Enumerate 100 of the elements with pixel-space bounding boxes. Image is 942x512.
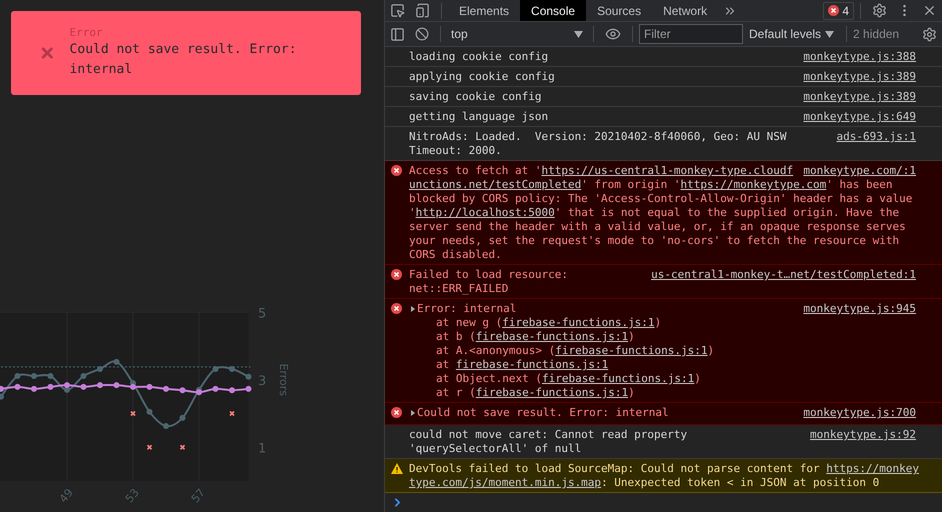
message-text: ' that is not equal to the supplied origin. Have the <box>554 206 900 220</box>
data-point <box>163 386 169 392</box>
data-point <box>212 386 218 392</box>
message-link[interactable]: firebase-functions.js:1 <box>502 316 655 330</box>
data-point <box>48 384 54 390</box>
data-point <box>80 373 86 380</box>
source-link[interactable]: monkeytype.js:389 <box>803 70 916 84</box>
toast-message: Could not save result. Error: internal <box>70 41 298 79</box>
axis-tick-label: 1 <box>258 441 266 456</box>
message-link[interactable]: https://monkey <box>826 462 919 476</box>
devtools-tab[interactable]: Sources <box>586 0 652 21</box>
eye-icon[interactable] <box>605 26 621 42</box>
clear-icon[interactable] <box>415 27 429 41</box>
message-text: Timeout: 2000. <box>409 144 502 158</box>
message-link[interactable]: firebase-functions.js:1 <box>476 330 628 344</box>
inspect-icon[interactable] <box>390 3 405 18</box>
source-link[interactable]: ads-693.js:1 <box>836 130 916 144</box>
message-text: Could not save result. Error: internal <box>417 406 669 420</box>
message-text: Access to fetch at ' <box>409 164 542 178</box>
message-link[interactable]: http://localhost:5000 <box>416 206 555 220</box>
error-count-badge[interactable]: 4 <box>823 2 854 20</box>
message-link[interactable]: type.com/js/moment.min.js.map <box>409 476 602 490</box>
data-point <box>14 384 20 390</box>
error-mark <box>146 444 152 450</box>
message-text: ) <box>628 330 635 344</box>
axis-tick-label: 5 <box>258 306 266 322</box>
error-mark <box>229 410 235 416</box>
message-link[interactable]: firebase-functions.js:1 <box>476 386 628 400</box>
message-text: at A.<anonymous> ( <box>436 344 556 358</box>
message-text: saving cookie config <box>409 90 542 104</box>
message-link[interactable]: unctions.net/testCompleted <box>409 178 582 192</box>
message-text: : Unexpected token < in JSON at position 0 <box>601 476 880 490</box>
context-select[interactable]: top <box>447 27 587 41</box>
error-icon <box>391 165 402 176</box>
message-text: ' from origin ' <box>581 178 681 192</box>
source-link[interactable]: us-central1-monkey-t…net/testCompleted:1 <box>651 268 916 282</box>
filter-field[interactable]: Filter <box>639 24 743 44</box>
message-text: ) <box>694 372 701 386</box>
caret-icon <box>825 30 834 38</box>
error-icon <box>391 303 402 314</box>
data-point <box>229 387 235 394</box>
data-point <box>163 423 169 429</box>
data-point <box>48 373 54 380</box>
data-point <box>97 382 103 388</box>
source-link[interactable]: monkeytype.js:945 <box>803 302 916 316</box>
settings-icon[interactable] <box>872 3 887 18</box>
close-icon[interactable] <box>922 3 937 18</box>
source-link[interactable]: monkeytype.js:92 <box>810 428 916 442</box>
error-icon <box>828 5 840 16</box>
devtools-tab[interactable]: Console <box>520 0 586 21</box>
caret-icon <box>574 30 583 38</box>
devtools-tab[interactable]: Network <box>652 0 718 21</box>
message-text: server send the header with a valid value, or, if an opaque response serves <box>409 220 906 234</box>
message-text: at new g ( <box>436 316 502 330</box>
error-mark <box>180 444 186 450</box>
data-point <box>180 387 186 394</box>
error-icon <box>391 269 402 280</box>
message-text: Failed to load resource: <box>409 268 568 282</box>
message-link[interactable]: firebase-functions.js:1 <box>542 372 694 386</box>
data-point <box>246 374 252 380</box>
message-text: ) <box>628 386 635 400</box>
source-link[interactable]: monkeytype.js:388 <box>803 50 916 64</box>
source-link[interactable]: monkeytype.js:389 <box>803 90 916 104</box>
devtools-tab[interactable]: Elements <box>448 0 520 21</box>
toast-title: Error <box>70 26 104 40</box>
data-point <box>212 366 218 372</box>
message-text: DevTools failed to load SourceMap: Could not parse content for <box>409 462 821 476</box>
warning-icon <box>391 463 403 474</box>
axis-tick-label: 53 <box>122 486 142 506</box>
error-icon <box>391 407 402 418</box>
source-link[interactable]: monkeytype.js:649 <box>803 110 916 124</box>
axis-tick-label: 57 <box>188 486 208 506</box>
data-point <box>14 373 20 380</box>
message-text: ' has been <box>826 178 892 192</box>
message-text: at Object.next ( <box>436 372 542 386</box>
levels-dropdown[interactable]: Default levels <box>743 27 840 41</box>
data-point <box>31 386 37 392</box>
message-link[interactable]: https://monkeytype.com <box>680 178 826 192</box>
message-text: at <box>436 358 450 372</box>
data-point <box>0 394 4 400</box>
message-text: ) <box>654 316 662 330</box>
source-link[interactable]: monkeytype.js:700 <box>803 406 916 420</box>
device-icon[interactable] <box>415 3 430 18</box>
message-text: 'querySelectorAll' of null <box>409 442 582 456</box>
axis-tick-label: 3 <box>258 374 266 389</box>
message-link[interactable]: firebase-functions.js:1 <box>456 358 608 372</box>
message-text: getting language json <box>409 110 548 124</box>
error-mark <box>130 410 136 416</box>
message-text: ' <box>409 206 416 220</box>
message-text: your needs, set the request's mode to 'no-cors' to fetch the resource with <box>409 234 900 248</box>
message-link[interactable]: https://us-central1-monkey-type.cloudf <box>541 164 794 178</box>
message-text: applying cookie config <box>409 70 555 84</box>
message-link[interactable]: firebase-functions.js:1 <box>555 344 708 358</box>
settings-icon[interactable] <box>922 26 937 42</box>
sidebar-icon[interactable] <box>390 26 405 42</box>
data-point <box>229 366 235 372</box>
message-text: at b ( <box>436 330 476 344</box>
axis-tick-label: 49 <box>56 486 76 506</box>
source-link[interactable]: monkeytype.com/:1 <box>803 164 916 178</box>
data-point <box>97 366 103 372</box>
